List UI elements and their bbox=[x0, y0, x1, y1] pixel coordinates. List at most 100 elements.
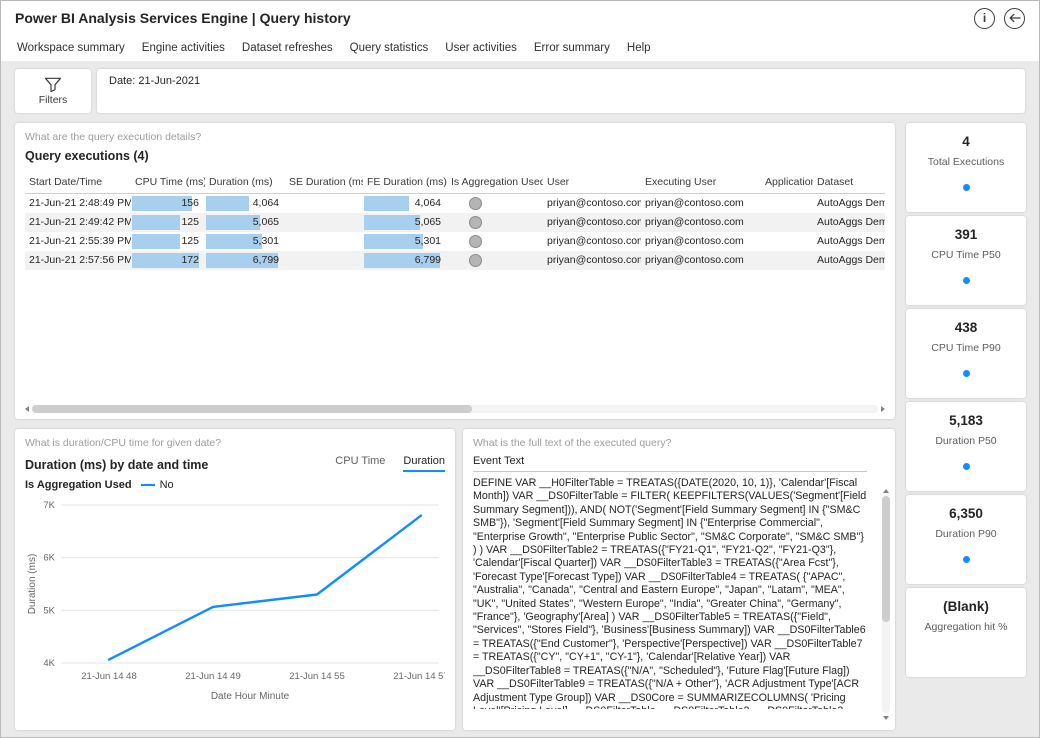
nav-engine-activities[interactable]: Engine activities bbox=[142, 42, 225, 54]
svg-text:6K: 6K bbox=[43, 553, 55, 564]
column-header-is-aggregation-used[interactable]: Is Aggregation Used bbox=[447, 171, 543, 193]
report-page: Power BI Analysis Services Engine | Quer… bbox=[0, 0, 1040, 738]
nav-dataset-refreshes[interactable]: Dataset refreshes bbox=[242, 42, 333, 54]
date-filter-label: Date: 21-Jun-2021 bbox=[109, 75, 200, 87]
kpi-card-cpu-time-p90[interactable]: 438CPU Time P90 bbox=[906, 309, 1026, 398]
vertical-scrollbar-track[interactable] bbox=[882, 496, 890, 713]
scroll-left-icon[interactable] bbox=[25, 406, 29, 412]
kpi-label: CPU Time P90 bbox=[931, 342, 1000, 354]
kpi-value: 391 bbox=[955, 227, 978, 242]
table-row[interactable]: 21-Jun-21 2:49:42 PM1255,0655,065priyan@… bbox=[25, 213, 885, 232]
se-duration-cell bbox=[285, 194, 363, 213]
column-header-se-duration-ms[interactable]: SE Duration (ms) bbox=[285, 171, 363, 193]
scroll-right-icon[interactable] bbox=[881, 406, 885, 412]
kpi-label: Total Executions bbox=[928, 156, 1004, 168]
bar-value: 172 bbox=[181, 251, 199, 270]
kpi-card-cpu-time-p50[interactable]: 391 CPU Time P50 bbox=[906, 216, 1026, 305]
table-header-row: Start Date/TimeCPU Time (ms)Duration (ms… bbox=[25, 171, 885, 194]
executions-panel-question: What are the query execution details? bbox=[25, 131, 885, 143]
filter-funnel-icon bbox=[44, 77, 62, 92]
kpi-card-duration-p90[interactable]: 6,350Duration P90 bbox=[906, 495, 1026, 584]
executing-user-cell: priyan@contoso.com bbox=[641, 213, 761, 232]
column-header-application[interactable]: Application bbox=[761, 171, 813, 193]
kpi-value: (Blank) bbox=[943, 599, 989, 614]
scroll-up-icon[interactable] bbox=[883, 489, 889, 493]
legend-series-label[interactable]: No bbox=[160, 479, 174, 491]
scrollbar-track[interactable] bbox=[32, 405, 878, 413]
aggregation-indicator-no bbox=[469, 235, 482, 248]
nav-help[interactable]: Help bbox=[627, 42, 651, 54]
nav-error-summary[interactable]: Error summary bbox=[534, 42, 610, 54]
aggregation-cell bbox=[447, 232, 543, 251]
vertical-scrollbar[interactable] bbox=[880, 489, 891, 720]
svg-text:21-Jun 14 48: 21-Jun 14 48 bbox=[81, 671, 136, 682]
horizontal-scrollbar[interactable] bbox=[25, 404, 885, 414]
aggregation-indicator-no bbox=[469, 254, 482, 267]
application-cell bbox=[761, 251, 813, 270]
event-text-content: DEFINE VAR __H0FilterTable = TREATAS({DA… bbox=[473, 477, 867, 709]
duration-series-line[interactable] bbox=[109, 516, 421, 660]
start-date-cell: 21-Jun-21 2:48:49 PM bbox=[25, 194, 131, 213]
metric-toggle: CPU Time Duration bbox=[317, 455, 445, 472]
chart-panel-question: What is duration/CPU time for given date… bbox=[25, 437, 445, 449]
filters-button[interactable]: Filters bbox=[15, 69, 91, 113]
kpi-card-aggregation-hit[interactable]: (Blank)Aggregation hit % bbox=[906, 588, 1026, 677]
fe-duration-cell: 4,064 bbox=[363, 194, 447, 213]
aggregation-indicator-no bbox=[469, 216, 482, 229]
query-executions-title: Query executions (4) bbox=[25, 149, 885, 163]
scroll-down-icon[interactable] bbox=[883, 716, 889, 720]
bar-value: 5,065 bbox=[253, 213, 279, 232]
fe-duration-cell: 6,799 bbox=[363, 251, 447, 270]
cpu-time-cell: 156 bbox=[131, 194, 205, 213]
vertical-scrollbar-thumb[interactable] bbox=[882, 496, 890, 622]
bar-value: 6,799 bbox=[253, 251, 279, 270]
bar-value: 5,065 bbox=[415, 213, 441, 232]
bar-value: 156 bbox=[181, 194, 199, 213]
kpi-dot bbox=[963, 463, 970, 470]
info-icon[interactable]: i bbox=[974, 8, 995, 29]
se-duration-cell bbox=[285, 232, 363, 251]
kpi-card-column: 4Total Executions 391 CPU Time P50 438CPU T… bbox=[906, 123, 1026, 677]
column-header-fe-duration-ms[interactable]: FE Duration (ms) bbox=[363, 171, 447, 193]
table-row[interactable]: 21-Jun-21 2:48:49 PM 156 4,064 4,064 priyan@… bbox=[25, 194, 885, 213]
kpi-card-total-executions[interactable]: 4Total Executions bbox=[906, 123, 1026, 212]
se-duration-cell bbox=[285, 213, 363, 232]
query-executions-table: Start Date/TimeCPU Time (ms)Duration (ms… bbox=[25, 171, 885, 270]
legend-line-sample-icon bbox=[141, 484, 155, 486]
bar-value: 4,064 bbox=[253, 194, 279, 213]
svg-text:21-Jun 14 49: 21-Jun 14 49 bbox=[185, 671, 240, 682]
column-header-executing-user[interactable]: Executing User bbox=[641, 171, 761, 193]
column-header-cpu-time-ms[interactable]: CPU Time (ms) bbox=[131, 171, 205, 193]
column-header-user[interactable]: User bbox=[543, 171, 641, 193]
dataset-cell: AutoAggs Demo bbox=[813, 232, 885, 251]
nav-workspace-summary[interactable]: Workspace summary bbox=[17, 42, 125, 54]
column-header-duration-ms[interactable]: Duration (ms) bbox=[205, 171, 285, 193]
user-cell: priyan@contoso.com bbox=[543, 194, 641, 213]
back-icon[interactable] bbox=[1004, 8, 1025, 29]
report-nav: Workspace summary Engine activities Datase… bbox=[1, 35, 1039, 61]
cpu-time-cell: 125 bbox=[131, 232, 205, 251]
toggle-cpu-time[interactable]: CPU Time bbox=[335, 455, 385, 472]
scrollbar-thumb[interactable] bbox=[32, 405, 472, 413]
kpi-dot bbox=[963, 556, 970, 563]
svg-text:21-Jun 14 57: 21-Jun 14 57 bbox=[393, 671, 445, 682]
kpi-label: CPU Time P50 bbox=[931, 249, 1000, 261]
nav-query-statistics[interactable]: Query statistics bbox=[350, 42, 429, 54]
query-text-panel: What is the full text of the executed qu… bbox=[463, 429, 895, 730]
column-header-start-date-time[interactable]: Start Date/Time bbox=[25, 171, 131, 193]
kpi-card-duration-p50[interactable]: 5,183Duration P50 bbox=[906, 402, 1026, 491]
svg-text:4K: 4K bbox=[43, 658, 55, 669]
svg-text:7K: 7K bbox=[43, 500, 55, 511]
event-text-column-header[interactable]: Event Text bbox=[473, 455, 867, 472]
toggle-duration[interactable]: Duration bbox=[403, 455, 445, 472]
fe-duration-cell: 5,301 bbox=[363, 232, 447, 251]
duration-cell: 6,799 bbox=[205, 251, 285, 270]
se-duration-cell bbox=[285, 251, 363, 270]
table-row[interactable]: 21-Jun-21 2:57:56 PM1726,7996,799priyan@… bbox=[25, 251, 885, 270]
date-filter-card[interactable]: Date: 21-Jun-2021 bbox=[97, 69, 1025, 113]
kpi-dot bbox=[963, 184, 970, 191]
column-header-dataset[interactable]: Dataset bbox=[813, 171, 885, 193]
table-row[interactable]: 21-Jun-21 2:55:39 PM1255,3015,301priyan@… bbox=[25, 232, 885, 251]
nav-user-activities[interactable]: User activities bbox=[445, 42, 517, 54]
bar-value: 6,799 bbox=[415, 251, 441, 270]
